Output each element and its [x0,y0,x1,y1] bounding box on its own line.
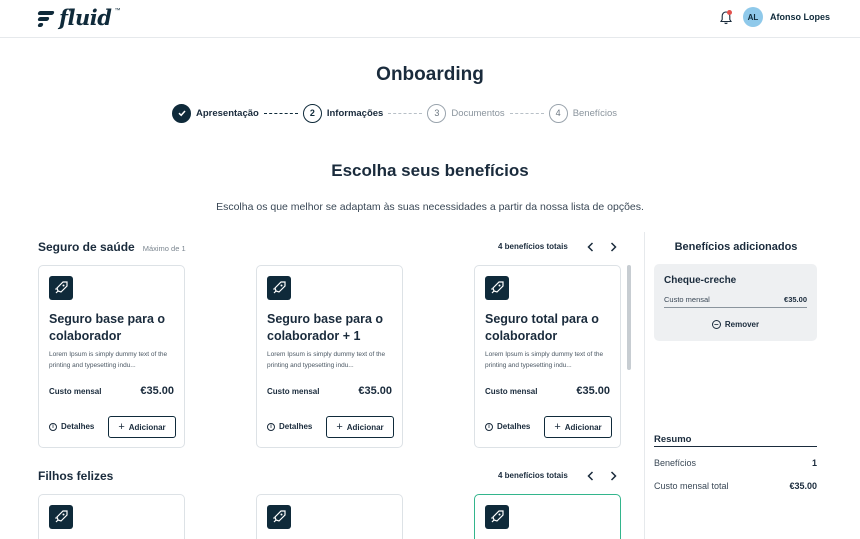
category-title-text: Seguro de saúde [38,240,135,254]
summary-total-label: Custo mensal total [654,481,729,491]
logo-text: fluid [59,4,112,30]
benefit-card[interactable] [256,494,403,539]
chevron-right-icon[interactable] [607,241,619,253]
summary-benefits-label: Benefícios [654,458,697,468]
step-3-label[interactable]: Documentos [451,108,504,119]
card-description: Lorem Ipsum is simply dummy text of the … [267,351,386,369]
list-scrollbar[interactable] [627,265,631,370]
category-title-health: Seguro de saúde Máximo de 1 [38,240,186,254]
step-connector [509,112,544,114]
add-button[interactable]: + Adicionar [108,416,176,438]
chevron-left-icon[interactable] [585,241,597,253]
divider [664,307,807,308]
card-description: Lorem Ipsum is simply dummy text of the … [485,351,604,369]
card-title: Seguro base para o colaborador [49,312,166,343]
panel-divider [644,232,645,539]
chevron-left-icon[interactable] [585,470,597,482]
add-button[interactable]: + Adicionar [544,416,612,438]
category-max-label: Máximo de 1 [142,244,186,253]
details-button[interactable]: i Detalhes [485,422,530,431]
minus-circle-icon: – [711,320,721,329]
details-label: Detalhes [497,422,531,431]
benefit-card[interactable]: Seguro total para o colaborador Lorem Ip… [474,265,621,448]
added-benefit-card: Cheque-creche Custo mensal €35.00 – Remo… [654,264,817,341]
step-2-label[interactable]: Informações [327,108,384,119]
details-button[interactable]: i Detalhes [49,422,94,431]
card-cost-label: Custo mensal [267,387,320,396]
summary-title: Resumo [654,434,692,445]
rocket-icon [49,505,73,529]
category-total-count: 4 benefícios totais [498,242,568,251]
rocket-icon [267,505,291,529]
added-benefit-name: Cheque-creche [664,275,737,286]
summary-benefits-value: 1 [811,458,817,468]
add-label: Adicionar [564,422,602,432]
section-heading: Escolha seus benefícios [331,161,529,180]
avatar[interactable]: AL [743,7,763,27]
added-cost: €35.00 [784,295,807,304]
card-cost: €35.00 [576,385,610,397]
summary-total-value: €35.00 [789,481,817,491]
page-title: Onboarding [376,64,484,85]
details-label: Detalhes [279,422,313,431]
benefit-card[interactable] [38,494,185,539]
card-cost: €35.00 [140,385,174,397]
chevron-right-icon[interactable] [607,470,619,482]
add-label: Adicionar [346,422,384,432]
step-connector [263,112,298,114]
card-title: Seguro total para o colaborador [485,312,599,343]
info-icon: i [49,422,57,431]
details-button[interactable]: i Detalhes [267,422,312,431]
added-benefits-title: Benefícios adicionados [674,241,798,253]
rocket-icon [267,276,291,300]
logo-mark-icon [37,8,56,27]
top-bar: fluid ™ AL Afonso Lopes [0,0,860,38]
rocket-icon [49,276,73,300]
add-label: Adicionar [128,422,166,432]
card-description: Lorem Ipsum is simply dummy text of the … [49,351,168,369]
user-name[interactable]: Afonso Lopes [770,12,830,22]
card-cost-label: Custo mensal [485,387,538,396]
step-4-number: 4 [548,103,568,123]
card-cost: €35.00 [358,385,392,397]
details-label: Detalhes [61,422,95,431]
step-2-number: 2 [302,103,322,123]
benefit-card[interactable]: Seguro base para o colaborador + 1 Lorem… [256,265,403,448]
info-icon: i [485,422,493,431]
remove-button[interactable]: – Remover [654,320,817,329]
info-icon: i [267,422,275,431]
rocket-icon [485,276,509,300]
added-cost-label: Custo mensal [664,295,710,304]
logo-trademark: ™ [114,8,121,14]
step-4-label[interactable]: Benefícios [573,108,617,119]
summary-divider [654,446,817,447]
step-3-number: 3 [427,103,447,123]
onboarding-stepper: Apresentação 2 Informações 3 Documentos … [172,103,617,123]
category-total-count: 4 benefícios totais [498,471,568,480]
notification-dot [727,10,732,15]
plus-icon: + [118,421,125,433]
benefit-card-selected[interactable] [474,494,621,539]
benefit-card[interactable]: Seguro base para o colaborador Lorem Ips… [38,265,185,448]
fluid-logo[interactable]: fluid ™ [37,4,121,30]
category-title-children: Filhos felizes [38,469,114,483]
remove-label: Remover [724,320,760,329]
step-1-check-icon [172,103,191,123]
plus-icon: + [554,421,561,433]
rocket-icon [485,505,509,529]
section-subtitle: Escolha os que melhor se adaptam às suas… [216,201,644,213]
plus-icon: + [336,421,343,433]
step-1-label[interactable]: Apresentação [196,108,259,119]
step-connector [388,112,423,114]
add-button[interactable]: + Adicionar [326,416,394,438]
card-title: Seguro base para o colaborador + 1 [267,312,384,343]
card-cost-label: Custo mensal [49,387,102,396]
